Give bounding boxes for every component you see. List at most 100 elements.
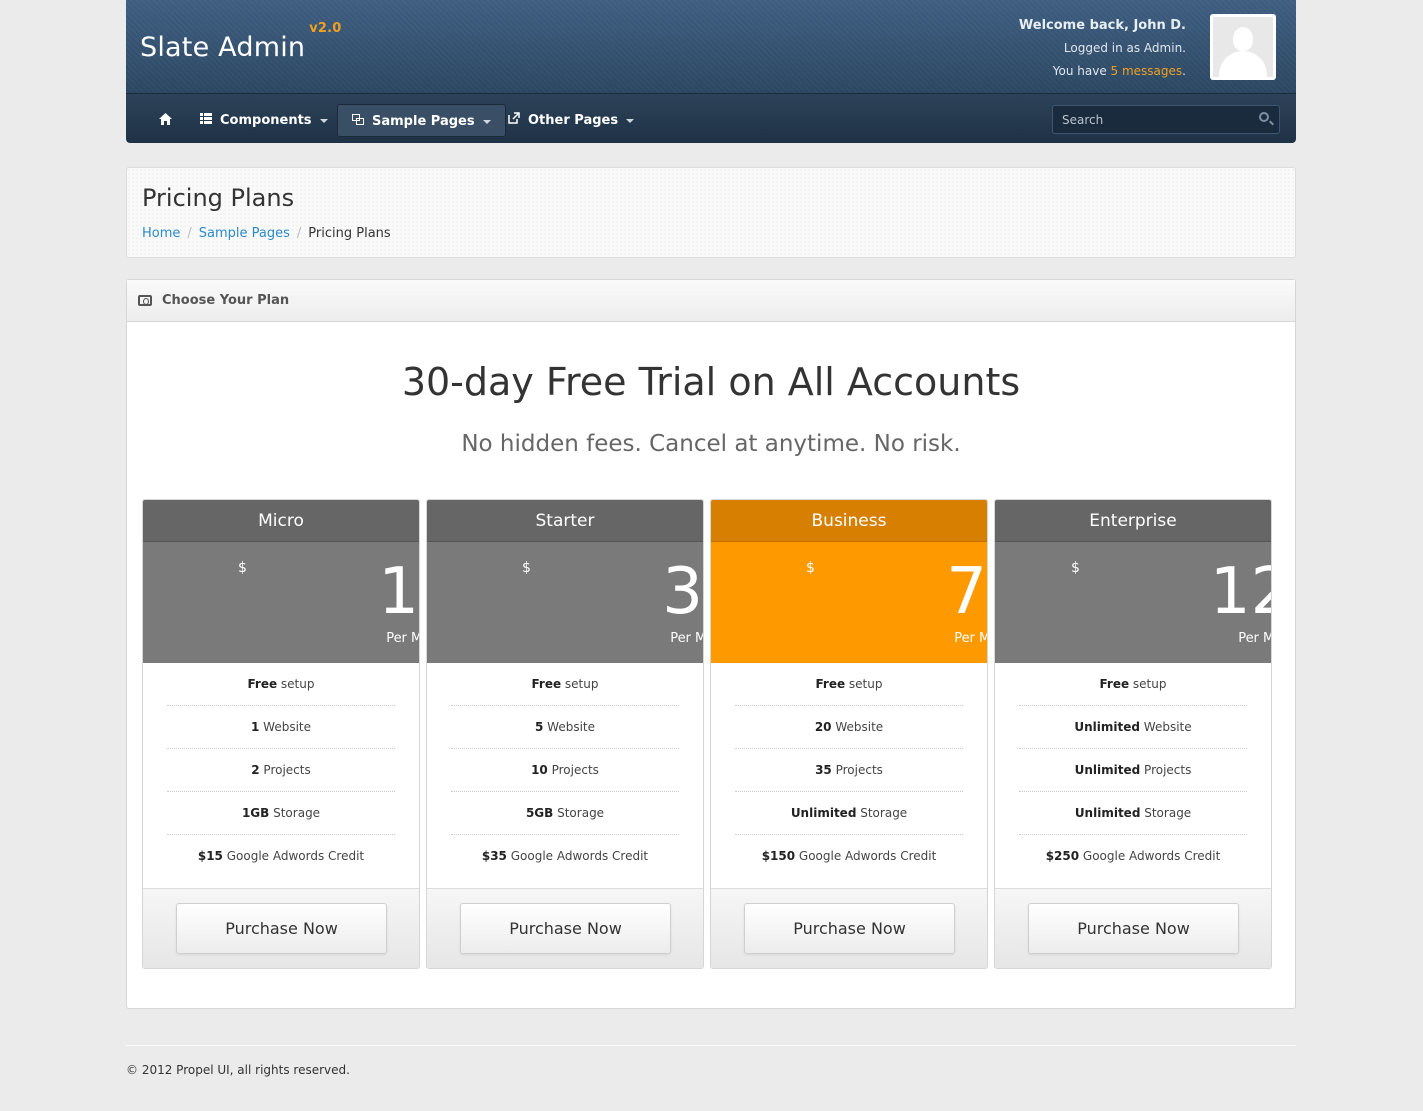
feature-item: 1 Website xyxy=(167,706,395,749)
breadcrumb-sample-pages[interactable]: Sample Pages xyxy=(199,226,290,241)
nav-components-label: Components xyxy=(220,113,312,128)
feature-list: Free setup 20 Website 35 Projects Unlimi… xyxy=(711,663,987,878)
feature-item: Free setup xyxy=(1019,663,1247,706)
nav-sample-pages-label: Sample Pages xyxy=(372,114,475,129)
plan-card-business: Business $ 75 Per Month Free setup 20 We… xyxy=(710,499,988,969)
currency-symbol: $ xyxy=(1071,560,1080,576)
pricing-widget: Choose Your Plan 30-day Free Trial on Al… xyxy=(126,279,1296,1009)
plan-price: 35 xyxy=(662,555,703,629)
chevron-down-icon xyxy=(319,118,328,123)
currency-symbol: $ xyxy=(238,560,247,576)
messages-suffix: . xyxy=(1182,64,1186,78)
purchase-button[interactable]: Purchase Now xyxy=(460,903,671,954)
plan-name: Starter xyxy=(427,500,703,542)
feature-item: 1GB Storage xyxy=(167,792,395,835)
widget-header: Choose Your Plan xyxy=(127,280,1295,322)
footer-copyright: © 2012 Propel UI, all rights reserved. xyxy=(126,1063,350,1077)
pricing-headline: 30-day Free Trial on All Accounts xyxy=(401,360,1021,404)
plan-price-box: $ 35 Per Month xyxy=(427,542,703,663)
breadcrumb: Home / Sample Pages / Pricing Plans xyxy=(142,226,391,241)
widget-title: Choose Your Plan xyxy=(162,293,290,308)
user-info: Welcome back, John D. Logged in as Admin… xyxy=(1019,14,1186,83)
welcome-text: Welcome back, John D. xyxy=(1018,18,1186,33)
logged-in-text: Logged in as Admin. xyxy=(1063,41,1186,55)
external-link-icon xyxy=(508,112,520,124)
plan-period: Per Month xyxy=(386,631,419,646)
feature-list: Free setup 1 Website 2 Projects 1GB Stor… xyxy=(143,663,419,878)
plan-period: Per Month xyxy=(954,631,987,646)
feature-item: $250 Google Adwords Credit xyxy=(1045,849,1221,863)
home-icon xyxy=(159,113,172,125)
breadcrumb-separator: / xyxy=(296,226,302,241)
brand-logo[interactable]: Slate Adminv2.0 xyxy=(140,21,342,63)
breadcrumb-separator: / xyxy=(187,226,192,241)
feature-item: Unlimited Storage xyxy=(735,792,963,835)
plan-card-starter: Starter $ 35 Per Month Free setup 5 Webs… xyxy=(426,499,704,969)
feature-item: $15 Google Adwords Credit xyxy=(197,849,365,863)
feature-item: 20 Website xyxy=(735,706,963,749)
nav-sample-pages[interactable]: Sample Pages xyxy=(337,104,506,137)
plan-card-enterprise: Enterprise $ 125 Per Month Free setup Un… xyxy=(994,499,1272,969)
plan-name: Micro xyxy=(143,500,419,542)
plan-price: 75 xyxy=(946,555,987,629)
feature-item: Free setup xyxy=(451,663,679,706)
plan-price: 15 xyxy=(378,555,419,629)
feature-item: 2 Projects xyxy=(167,749,395,792)
plan-period: Per Month xyxy=(1238,631,1271,646)
plan-price-box: $ 125 Per Month xyxy=(995,542,1271,663)
breadcrumb-current: Pricing Plans xyxy=(308,226,391,241)
page-title: Pricing Plans xyxy=(142,184,295,212)
page-header: Pricing Plans Home / Sample Pages / Pricing … xyxy=(126,167,1296,258)
feature-item: 35 Projects xyxy=(735,749,963,792)
feature-item: Unlimited Storage xyxy=(1019,792,1247,835)
feature-item: Free setup xyxy=(167,663,395,706)
brand-name: Slate Admin xyxy=(140,32,306,63)
purchase-button[interactable]: Purchase Now xyxy=(1028,903,1239,954)
plan-footer: Purchase Now xyxy=(427,888,703,968)
grid-icon xyxy=(200,113,212,124)
feature-list: Free setup 5 Website 10 Projects 5GB Sto… xyxy=(427,663,703,878)
messages-link[interactable]: 5 messages xyxy=(1111,64,1183,78)
avatar[interactable] xyxy=(1210,14,1276,80)
plan-footer: Purchase Now xyxy=(995,888,1271,968)
plan-footer: Purchase Now xyxy=(143,888,419,968)
purchase-button[interactable]: Purchase Now xyxy=(744,903,955,954)
pages-icon xyxy=(352,114,364,125)
user-silhouette-icon xyxy=(1213,17,1273,77)
feature-item: 5GB Storage xyxy=(451,792,679,835)
nav-other-pages-label: Other Pages xyxy=(528,113,619,128)
nav-components[interactable]: Components xyxy=(186,104,342,137)
search-box xyxy=(1052,105,1280,134)
pricing-subline: No hidden fees. Cancel at anytime. No ri… xyxy=(461,431,961,457)
feature-item: Unlimited Projects xyxy=(1019,749,1247,792)
plan-card-micro: Micro $ 15 Per Month Free setup 1 Websit… xyxy=(142,499,420,969)
feature-item: Unlimited Website xyxy=(1019,706,1247,749)
plan-price-box: $ 15 Per Month xyxy=(143,542,419,663)
messages-text: You have 5 messages. xyxy=(1019,60,1186,83)
nav-home[interactable] xyxy=(145,104,186,137)
version-badge: v2.0 xyxy=(309,21,342,36)
feature-item: 10 Projects xyxy=(451,749,679,792)
money-icon xyxy=(138,295,152,306)
footer-divider xyxy=(126,1045,1296,1046)
plan-price-box: $ 75 Per Month xyxy=(711,542,987,663)
purchase-button[interactable]: Purchase Now xyxy=(176,903,387,954)
app-header: Slate Adminv2.0 Welcome back, John D. Lo… xyxy=(126,0,1296,93)
chevron-down-icon xyxy=(626,118,635,123)
currency-symbol: $ xyxy=(806,560,815,576)
feature-item: $150 Google Adwords Credit xyxy=(761,849,937,863)
search-icon[interactable] xyxy=(1259,112,1269,122)
search-input[interactable] xyxy=(1053,106,1243,133)
feature-item: $35 Google Adwords Credit xyxy=(481,849,649,863)
currency-symbol: $ xyxy=(522,560,531,576)
plan-footer: Purchase Now xyxy=(711,888,987,968)
plan-name: Enterprise xyxy=(995,500,1271,542)
nav-other-pages[interactable]: Other Pages xyxy=(494,104,648,137)
plan-price: 125 xyxy=(1209,555,1271,629)
feature-item: Free setup xyxy=(735,663,963,706)
plan-name: Business xyxy=(711,500,987,542)
breadcrumb-home[interactable]: Home xyxy=(142,226,180,241)
chevron-down-icon xyxy=(482,119,491,124)
feature-item: 5 Website xyxy=(451,706,679,749)
feature-list: Free setup Unlimited Website Unlimited P… xyxy=(995,663,1271,878)
